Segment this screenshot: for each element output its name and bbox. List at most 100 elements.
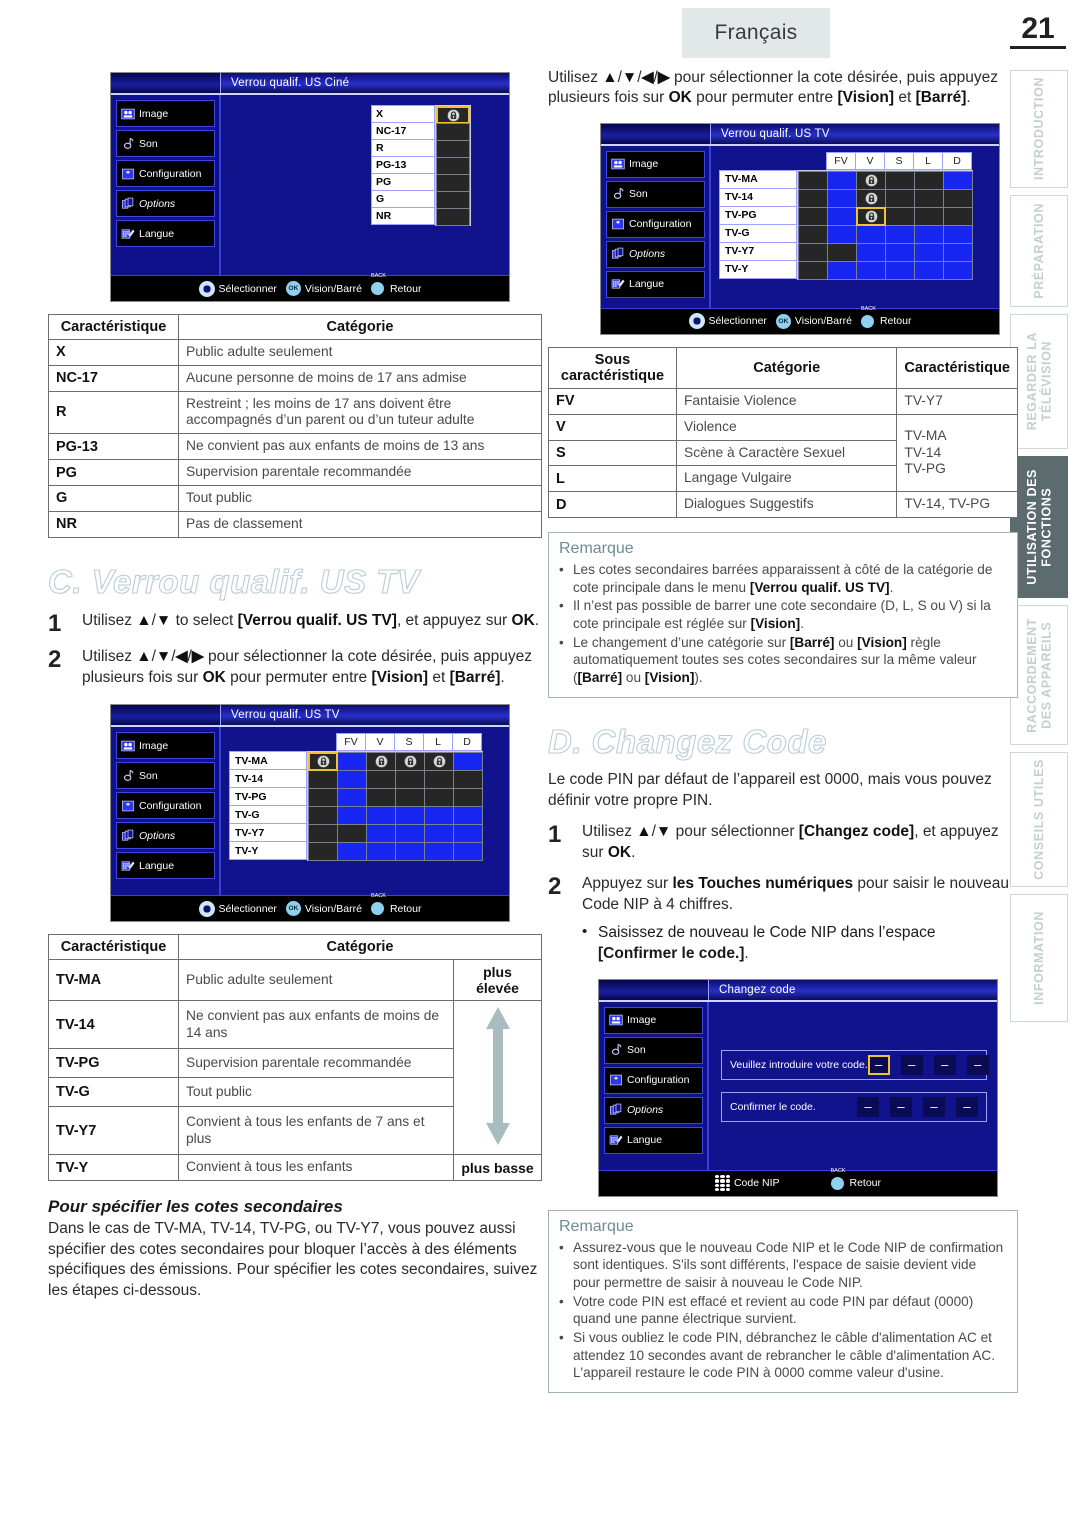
rating-sub-cell[interactable] <box>827 224 857 244</box>
rating-sub-cell[interactable] <box>885 224 915 244</box>
rating-sub-cell[interactable] <box>914 188 944 208</box>
rating-sub-cell[interactable] <box>395 842 425 862</box>
rating-sub-cell[interactable] <box>424 806 454 826</box>
rating-sub-cell[interactable] <box>453 752 483 772</box>
rating-sub-cell[interactable] <box>827 170 857 190</box>
rating-main-cell[interactable] <box>798 260 828 280</box>
rating-sub-cell[interactable] <box>366 752 396 772</box>
rating-sub-cell[interactable] <box>856 242 886 262</box>
rating-sub-cell[interactable] <box>914 206 944 226</box>
osd-menu-item-langue[interactable]: Langue <box>116 220 215 247</box>
footer-toggle[interactable]: OK Vision/Barré <box>285 901 362 917</box>
osd-menu-item-configuration[interactable]: Configuration <box>606 210 705 238</box>
rating-main-cell[interactable] <box>798 242 828 262</box>
section-tab-1[interactable]: PRÉPARATION <box>1010 195 1068 307</box>
rating-sub-cell[interactable] <box>885 260 915 280</box>
rating-sub-cell[interactable] <box>453 806 483 826</box>
pin-digit[interactable]: – <box>900 1054 923 1075</box>
rating-sub-cell[interactable] <box>943 170 973 190</box>
rating-main-cell[interactable] <box>308 824 338 844</box>
section-tab-5[interactable]: CONSEILS UTILES <box>1010 752 1068 887</box>
rating-sub-cell[interactable] <box>395 806 425 826</box>
footer-select[interactable]: Sélectionner <box>688 313 767 330</box>
osd-menu-item-options[interactable]: Options <box>116 822 215 850</box>
footer-toggle[interactable]: OK Vision/Barré <box>775 313 852 329</box>
section-tab-3[interactable]: UTILISATION DES FONCTIONS <box>1010 456 1068 598</box>
pin-digit[interactable]: – <box>867 1054 890 1075</box>
pin-digit[interactable]: – <box>890 1096 912 1117</box>
rating-sub-cell[interactable] <box>366 824 396 844</box>
rating-sub-cell[interactable] <box>827 260 857 280</box>
rating-sub-cell[interactable] <box>914 260 944 280</box>
rating-sub-cell[interactable] <box>856 224 886 244</box>
rating-sub-cell[interactable] <box>943 260 973 280</box>
footer-select[interactable]: Sélectionner <box>198 280 277 297</box>
osd-menu-item-configuration[interactable]: Configuration <box>604 1066 703 1094</box>
osd-menu-item-configuration[interactable]: Configuration <box>116 160 215 187</box>
rating-sub-cell[interactable] <box>453 788 483 808</box>
osd-menu-item-image[interactable]: Image <box>606 150 705 178</box>
rating-sub-cell[interactable] <box>885 242 915 262</box>
rating-state-box[interactable] <box>436 157 470 175</box>
rating-sub-cell[interactable] <box>337 806 367 826</box>
rating-state-box[interactable] <box>436 140 470 158</box>
osd-menu-item-son[interactable]: Son <box>116 130 215 157</box>
rating-sub-cell[interactable] <box>424 788 454 808</box>
rating-sub-cell[interactable] <box>453 842 483 862</box>
rating-main-cell[interactable] <box>798 188 828 208</box>
section-tab-6[interactable]: INFORMATION <box>1010 894 1068 1022</box>
rating-sub-cell[interactable] <box>337 788 367 808</box>
footer-toggle[interactable]: OK Vision/Barré <box>285 281 362 296</box>
rating-main-cell[interactable] <box>308 842 338 862</box>
pin-digit[interactable]: – <box>966 1054 989 1075</box>
footer-back[interactable]: BACK Retour <box>370 273 421 295</box>
osd-menu-item-options[interactable]: Options <box>606 240 705 268</box>
rating-sub-cell[interactable] <box>856 188 886 208</box>
rating-sub-cell[interactable] <box>366 770 396 790</box>
rating-state-box[interactable] <box>436 123 470 141</box>
rating-sub-cell[interactable] <box>827 206 857 226</box>
rating-main-cell[interactable] <box>308 752 338 772</box>
rating-sub-cell[interactable] <box>337 752 367 772</box>
osd-menu-item-son[interactable]: Son <box>606 180 705 208</box>
rating-sub-cell[interactable] <box>366 842 396 862</box>
rating-main-cell[interactable] <box>308 806 338 826</box>
rating-sub-cell[interactable] <box>856 206 886 226</box>
rating-main-cell[interactable] <box>308 788 338 808</box>
osd-menu-item-options[interactable]: Options <box>604 1096 703 1124</box>
osd-menu-item-son[interactable]: Son <box>604 1036 703 1064</box>
footer-back[interactable]: BACK Retour <box>860 306 911 328</box>
rating-sub-cell[interactable] <box>885 206 915 226</box>
rating-sub-cell[interactable] <box>827 188 857 208</box>
rating-state-box[interactable] <box>436 191 470 209</box>
rating-sub-cell[interactable] <box>424 770 454 790</box>
pin-digit[interactable]: – <box>923 1096 945 1117</box>
osd-menu-item-configuration[interactable]: Configuration <box>116 792 215 820</box>
rating-sub-cell[interactable] <box>424 752 454 772</box>
pin-digit[interactable]: – <box>956 1096 978 1117</box>
rating-sub-cell[interactable] <box>395 788 425 808</box>
rating-state-box[interactable] <box>436 106 470 124</box>
rating-sub-cell[interactable] <box>943 188 973 208</box>
rating-main-cell[interactable] <box>798 224 828 244</box>
rating-sub-cell[interactable] <box>395 752 425 772</box>
osd-menu-item-options[interactable]: Options <box>116 190 215 217</box>
rating-sub-cell[interactable] <box>885 188 915 208</box>
pin-digit[interactable]: – <box>857 1096 879 1117</box>
footer-back[interactable]: BACK Retour <box>830 1168 881 1190</box>
rating-state-box[interactable] <box>436 174 470 192</box>
rating-sub-cell[interactable] <box>827 242 857 262</box>
rating-sub-cell[interactable] <box>885 170 915 190</box>
footer-back[interactable]: BACK Retour <box>370 893 421 916</box>
rating-sub-cell[interactable] <box>395 824 425 844</box>
rating-state-box[interactable] <box>436 208 470 226</box>
section-tab-2[interactable]: REGARDER LA TÉLÉVISION <box>1010 314 1068 449</box>
osd-menu-item-langue[interactable]: Langue <box>116 852 215 880</box>
osd-menu-item-image[interactable]: Image <box>116 100 215 127</box>
footer-code-keys[interactable]: Code NIP <box>714 1175 780 1192</box>
osd-menu-item-langue[interactable]: Langue <box>606 270 705 298</box>
rating-sub-cell[interactable] <box>337 770 367 790</box>
rating-sub-cell[interactable] <box>453 770 483 790</box>
osd-menu-item-langue[interactable]: Langue <box>604 1126 703 1154</box>
footer-select[interactable]: Sélectionner <box>198 900 277 917</box>
